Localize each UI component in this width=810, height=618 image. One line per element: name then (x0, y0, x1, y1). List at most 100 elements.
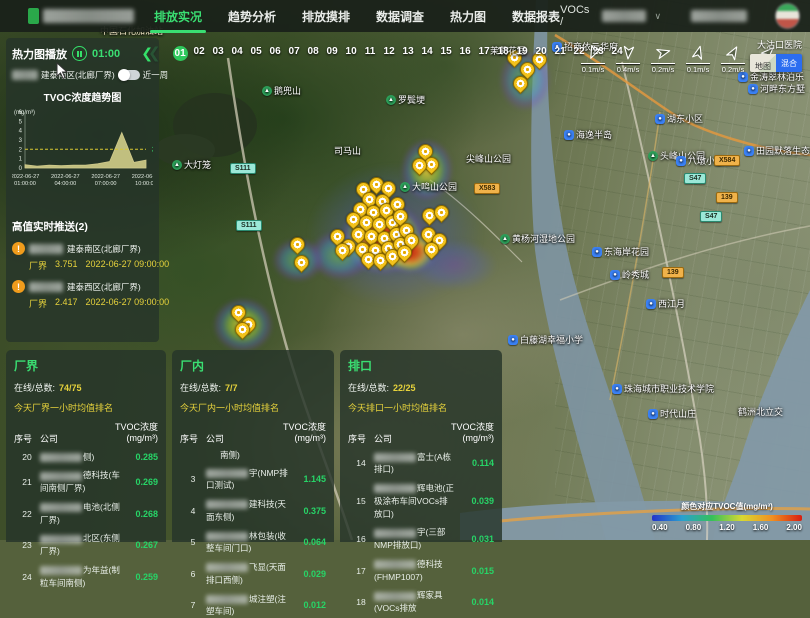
nav-tab-heatmap[interactable]: 热力图 (450, 8, 486, 25)
table-row[interactable]: 14 富士(A栋排口) 0.114 (348, 451, 494, 477)
row-company: 电池(北侧厂界) (40, 501, 120, 527)
map-label: ●时代山庄 (648, 407, 696, 420)
map-label: ●珠海城市职业技术学院 (612, 382, 714, 395)
row-company: 宇(NMP排口测试) (206, 467, 288, 493)
nav-tab-data-investigation[interactable]: 数据调查 (376, 8, 424, 25)
table-row[interactable]: 18 辉家具(VOCs排放 0.014 (348, 589, 494, 615)
warning-icon: ! (12, 280, 25, 293)
row-tvoc-value: 0.015 (456, 566, 494, 576)
timeline-hour-01[interactable]: 01 (173, 46, 188, 61)
timeline-hour-11[interactable]: 11 (363, 46, 378, 61)
table-row[interactable]: 21 德科技(车间南侧厂界) 0.269 (14, 469, 158, 495)
tvoc-trend-chart: (mg/m³) 0123456 2 2022-06-27 01:00:00202… (12, 106, 153, 209)
heatmap-timeline: ❮ 01020304050607080910111213141516171819… (148, 44, 625, 62)
map-label-text: 海逸半岛 (576, 128, 612, 141)
mountain-icon: ▲ (262, 86, 272, 96)
row-company: 辉家具(VOCs排放 (374, 589, 456, 615)
map-label-text: 大灯笼 (184, 158, 211, 171)
wind-indicator: 0.2m/s (720, 44, 746, 74)
table-row[interactable]: 5 林包装(收整车间门口) 0.064 (180, 530, 326, 556)
svg-text:04:00:00: 04:00:00 (54, 181, 76, 187)
timeline-hour-15[interactable]: 15 (439, 46, 454, 61)
poi-icon: ● (648, 409, 658, 419)
push-item[interactable]: ! 建泰西区(北廊厂界) 厂界 2.417 2022-06-27 09:00:0… (12, 280, 153, 310)
table-row[interactable]: 15 辉电池(正极涂布车间VOCs排放口) 0.039 (348, 482, 494, 520)
svg-text:2022-06-27: 2022-06-27 (12, 174, 39, 180)
ranking-caption: 今天厂内一小时均值排名 (180, 401, 326, 414)
timeline-hour-21[interactable]: 21 (553, 46, 568, 61)
timeline-hour-20[interactable]: 20 (534, 46, 549, 61)
row-company: 侧) (40, 451, 120, 464)
table-row[interactable]: 22 电池(北侧厂界) 0.268 (14, 501, 158, 527)
road-label-chip: S111 (230, 163, 256, 174)
timeline-hour-09[interactable]: 09 (325, 46, 340, 61)
map-type-hybrid-button[interactable]: 混合 (776, 54, 802, 72)
panel-collapse-button[interactable]: ❮ (141, 45, 153, 62)
top-navigation-bar: 排放实况 趋势分析 排放摸排 数据调查 热力图 数据报表 VOCs / ∨ (0, 0, 810, 32)
chevron-down-icon[interactable]: ∨ (654, 11, 661, 22)
timeline-hour-04[interactable]: 04 (230, 46, 245, 61)
row-company: 飞显(天面排口西侧) (206, 561, 288, 587)
table-row[interactable]: 17 德科技(FHMP1007) 0.015 (348, 558, 494, 584)
push-item[interactable]: ! 建泰南区(北廊厂界) 厂界 3.751 2022-06-27 09:00:0… (12, 242, 153, 272)
pause-button[interactable] (72, 46, 87, 61)
timeline-hour-05[interactable]: 05 (249, 46, 264, 61)
table-row[interactable]: 23 北区(东侧厂界) 0.267 (14, 532, 158, 558)
table-row[interactable]: 20 侧) 0.285 (14, 451, 158, 464)
online-count: 在线/总数:22/25 (348, 381, 494, 394)
company-redacted (374, 560, 416, 569)
nav-tab-emission-live[interactable]: 排放实况 (154, 8, 202, 25)
map-type-map-button[interactable]: 地图 (750, 54, 776, 72)
row-tvoc-value: 1.145 (288, 474, 326, 484)
warning-icon: ! (12, 242, 25, 255)
row-company: 德科技(车间南侧厂界) (40, 469, 120, 495)
timeline-hour-07[interactable]: 07 (287, 46, 302, 61)
map-label: 尖峰山公园 (466, 152, 511, 165)
map-label-text: 鹅兜山 (274, 84, 301, 97)
table-row[interactable]: 16 宇(三部NMP排放口) 0.031 (348, 526, 494, 552)
timeline-hour-03[interactable]: 03 (211, 46, 226, 61)
timeline-hour-14[interactable]: 14 (420, 46, 435, 61)
timeline-hour-10[interactable]: 10 (344, 46, 359, 61)
timeline-hour-13[interactable]: 13 (401, 46, 416, 61)
chart-title: TVOC浓度趋势图 (12, 89, 153, 104)
avatar[interactable] (775, 3, 800, 29)
nav-tab-trend-analysis[interactable]: 趋势分析 (228, 8, 276, 25)
map-label-text: 白藤湖幸福小学 (520, 333, 583, 346)
mountain-icon: ▲ (648, 151, 658, 161)
timeline-hour-18[interactable]: 18 (496, 46, 511, 61)
row-tvoc-value: 0.114 (456, 458, 494, 468)
timeline-hour-17[interactable]: 17 (477, 46, 492, 61)
vocs-selected-value-redacted[interactable] (602, 10, 646, 22)
table-row[interactable]: 7 城注塑(注塑车间) 0.012 (180, 593, 326, 618)
table-row[interactable]: 24 为年益(制粒车间南侧) 0.259 (14, 564, 158, 590)
nav-tab-data-report[interactable]: 数据报表 (512, 8, 560, 25)
road-label-chip: 139 (662, 267, 684, 278)
table-row[interactable]: 6 飞显(天面排口西侧) 0.029 (180, 561, 326, 587)
row-company: 富士(A栋排口) (374, 451, 456, 477)
timeline-hour-08[interactable]: 08 (306, 46, 321, 61)
table-row[interactable]: 4 建科技(天面东侧) 0.375 (180, 498, 326, 524)
wind-arrow-icon (721, 41, 744, 64)
row-rank: 7 (180, 600, 206, 610)
road-label-chip: X583 (474, 183, 500, 194)
row-tvoc-value: 0.267 (120, 540, 158, 550)
ranking-caption: 今天排口一小时均值排名 (348, 401, 494, 414)
timeline-hour-16[interactable]: 16 (458, 46, 473, 61)
legend-title: 颜色对应TVOC值(mg/m³) (652, 501, 802, 512)
table-row-partial: 南侧) (220, 449, 326, 461)
row-tvoc-value: 0.285 (120, 452, 158, 462)
station-toggle-switch[interactable] (118, 70, 140, 80)
svg-text:2022-06-27: 2022-06-27 (91, 174, 120, 180)
timeline-hour-12[interactable]: 12 (382, 46, 397, 61)
timeline-hour-02[interactable]: 02 (192, 46, 207, 61)
road-label-chip: X584 (714, 155, 740, 166)
map-label-text: 司马山 (334, 144, 361, 157)
row-rank: 23 (14, 540, 40, 550)
vocs-selector-label: VOCs / (560, 4, 594, 28)
table-row[interactable]: 3 宇(NMP排口测试) 1.145 (180, 467, 326, 493)
timeline-hour-06[interactable]: 06 (268, 46, 283, 61)
table-header: 序号公司TVOC浓度(mg/m³) (180, 422, 326, 445)
timeline-hour-19[interactable]: 19 (515, 46, 530, 61)
nav-tab-emission-survey[interactable]: 排放摸排 (302, 8, 350, 25)
